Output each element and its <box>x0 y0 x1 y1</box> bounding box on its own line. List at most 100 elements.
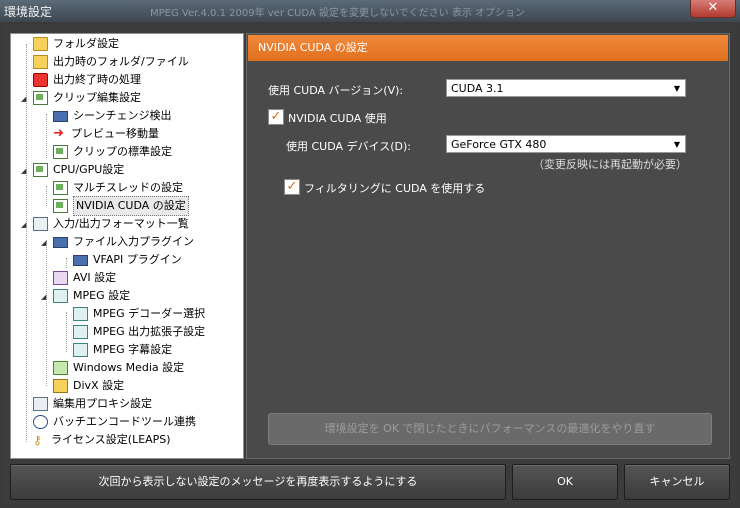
panel-header: NVIDIA CUDA の設定 <box>248 35 728 61</box>
tree-item-proxy[interactable]: 編集用プロキシ設定 <box>33 395 152 413</box>
use-cuda-label: NVIDIA CUDA 使用 <box>288 112 387 125</box>
tree-item-preview-step[interactable]: ➜ プレビュー移動量 <box>53 125 159 143</box>
expand-toggle-icon[interactable]: ◢ <box>21 221 26 229</box>
use-cuda-checkbox[interactable]: ✓ <box>268 109 284 125</box>
tree-item-windows-media[interactable]: Windows Media 設定 <box>53 359 184 377</box>
tree-item-folder-settings[interactable]: フォルダ設定 <box>33 35 119 53</box>
chevron-down-icon: ▼ <box>673 140 680 149</box>
tree-item-label: MPEG 出力拡張子設定 <box>93 325 206 338</box>
tree-item-avi[interactable]: AVI 設定 <box>53 269 116 287</box>
document-icon <box>33 163 48 177</box>
folder-output-icon <box>33 55 48 69</box>
proxy-icon <box>33 397 48 411</box>
cancel-button[interactable]: キャンセル <box>624 464 730 500</box>
mpeg-icon <box>73 307 88 321</box>
close-button[interactable]: ✕ <box>690 0 736 18</box>
tree-item-label: MPEG 設定 <box>73 289 131 302</box>
tree-item-label: マルチスレッドの設定 <box>73 181 183 194</box>
tree-item-label: CPU/GPU設定 <box>53 163 125 176</box>
tree-item-label: NVIDIA CUDA の設定 <box>73 196 189 216</box>
tree-item-label: クリップの標準設定 <box>73 145 172 158</box>
document-icon <box>53 145 68 159</box>
expand-toggle-icon[interactable]: ◢ <box>41 239 46 247</box>
tree-item-nvidia-cuda[interactable]: NVIDIA CUDA の設定 <box>53 196 189 216</box>
tree-item-mpeg-subtitle[interactable]: MPEG 字幕設定 <box>73 341 172 359</box>
tree-item-label: ライセンス設定(LEAPS) <box>51 433 171 446</box>
clip-edit-icon <box>33 91 48 105</box>
tree-item-label: MPEG デコーダー選択 <box>93 307 206 320</box>
tree-item-batch-encode[interactable]: バッチエンコードツール連携 <box>33 413 196 431</box>
tree-item-label: シーンチェンジ検出 <box>73 109 172 122</box>
expand-toggle-icon[interactable]: ◢ <box>21 95 26 103</box>
redo-optimization-button[interactable]: 環境設定を OK で閉じたときにパフォーマンスの最適化をやり直す <box>268 413 712 445</box>
list-icon <box>33 217 48 231</box>
ok-button[interactable]: OK <box>512 464 618 500</box>
background-window-text: MPEG Ver.4.0.1 2009年 ver CUDA 設定を変更しないでく… <box>150 8 526 19</box>
power-icon <box>33 73 48 87</box>
tree-item-output-folder-file[interactable]: 出力時のフォルダ/ファイル <box>33 53 189 71</box>
arrow-icon: ➜ <box>53 126 64 141</box>
tree-item-label: 出力終了時の処理 <box>53 73 141 86</box>
tree-item-label: ファイル入力プラグイン <box>73 235 194 248</box>
tree-item-multithread[interactable]: マルチスレッドの設定 <box>53 179 183 197</box>
cuda-device-label: 使用 CUDA デバイス(D): <box>286 140 411 153</box>
cuda-device-value: GeForce GTX 480 <box>451 138 547 151</box>
window-title: 環境設定 <box>4 5 53 19</box>
close-icon: ✕ <box>707 0 719 15</box>
filtering-cuda-checkbox[interactable]: ✓ <box>284 179 300 195</box>
tree-item-mpeg-decoder[interactable]: MPEG デコーダー選択 <box>73 305 205 323</box>
tree-item-scene-change[interactable]: シーンチェンジ検出 <box>53 107 171 125</box>
avi-icon <box>53 271 68 285</box>
checkmark-icon: ✓ <box>270 109 282 124</box>
windows-media-icon <box>53 361 68 375</box>
mpeg-icon <box>53 289 68 303</box>
expand-toggle-icon[interactable]: ◢ <box>41 293 46 301</box>
cuda-version-select[interactable]: CUDA 3.1 ▼ <box>446 79 686 97</box>
document-icon <box>53 199 68 213</box>
monitor-icon <box>53 236 68 248</box>
settings-tree[interactable]: フォルダ設定 出力時のフォルダ/ファイル 出力終了時の処理 ◢ クリップ編集設定… <box>10 33 244 459</box>
tree-item-file-input-plugin[interactable]: ファイル入力プラグイン <box>53 233 194 251</box>
tree-item-label: プレビュー移動量 <box>71 127 159 140</box>
tree-item-label: クリップ編集設定 <box>53 91 141 104</box>
tree-item-cpu-gpu[interactable]: CPU/GPU設定 <box>33 161 124 179</box>
tree-item-clip-defaults[interactable]: クリップの標準設定 <box>53 143 172 161</box>
tree-item-output-end-action[interactable]: 出力終了時の処理 <box>33 71 141 89</box>
title-bar: 環境設定 MPEG Ver.4.0.1 2009年 ver CUDA 設定を変更… <box>0 0 740 22</box>
expand-toggle-icon[interactable]: ◢ <box>21 167 26 175</box>
mpeg-icon <box>73 343 88 357</box>
tree-item-io-formats[interactable]: 入力/出力フォーマット一覧 <box>33 215 189 233</box>
tree-item-label: フォルダ設定 <box>53 37 119 50</box>
cuda-settings-panel: NVIDIA CUDA の設定 使用 CUDA バージョン(V): CUDA 3… <box>246 33 730 459</box>
tree-item-mpeg[interactable]: MPEG 設定 <box>53 287 130 305</box>
tree-item-vfapi-plugin[interactable]: VFAPI プラグイン <box>73 251 182 269</box>
tree-item-label: 入力/出力フォーマット一覧 <box>53 217 189 230</box>
chevron-down-icon: ▼ <box>673 84 680 93</box>
reset-messages-button[interactable]: 次回から表示しない設定のメッセージを再度表示するようにする <box>10 464 506 500</box>
cuda-device-select[interactable]: GeForce GTX 480 ▼ <box>446 135 686 153</box>
divx-icon <box>53 379 68 393</box>
filtering-cuda-label: フィルタリングに CUDA を使用する <box>304 182 486 195</box>
document-icon <box>53 181 68 195</box>
tree-item-label: バッチエンコードツール連携 <box>53 415 196 428</box>
mpeg-icon <box>73 325 88 339</box>
tree-item-label: AVI 設定 <box>73 271 117 284</box>
cuda-version-value: CUDA 3.1 <box>451 82 504 95</box>
tree-item-label: Windows Media 設定 <box>73 361 185 374</box>
checkmark-icon: ✓ <box>286 179 298 194</box>
tree-item-clip-edit[interactable]: クリップ編集設定 <box>33 89 141 107</box>
tree-item-label: 出力時のフォルダ/ファイル <box>53 55 189 68</box>
clock-icon <box>33 415 48 429</box>
tree-item-label: MPEG 字幕設定 <box>93 343 173 356</box>
monitor-icon <box>73 254 88 266</box>
tree-item-label: VFAPI プラグイン <box>93 253 182 266</box>
tree-item-label: DivX 設定 <box>73 379 125 392</box>
tree-item-label: 編集用プロキシ設定 <box>53 397 152 410</box>
scene-change-icon <box>53 110 68 122</box>
tree-item-divx[interactable]: DivX 設定 <box>53 377 124 395</box>
tree-item-license[interactable]: ⚷ ライセンス設定(LEAPS) <box>33 431 171 449</box>
cuda-version-label: 使用 CUDA バージョン(V): <box>268 84 404 97</box>
key-icon: ⚷ <box>33 433 42 447</box>
tree-item-mpeg-extension[interactable]: MPEG 出力拡張子設定 <box>73 323 205 341</box>
folder-icon <box>33 37 48 51</box>
